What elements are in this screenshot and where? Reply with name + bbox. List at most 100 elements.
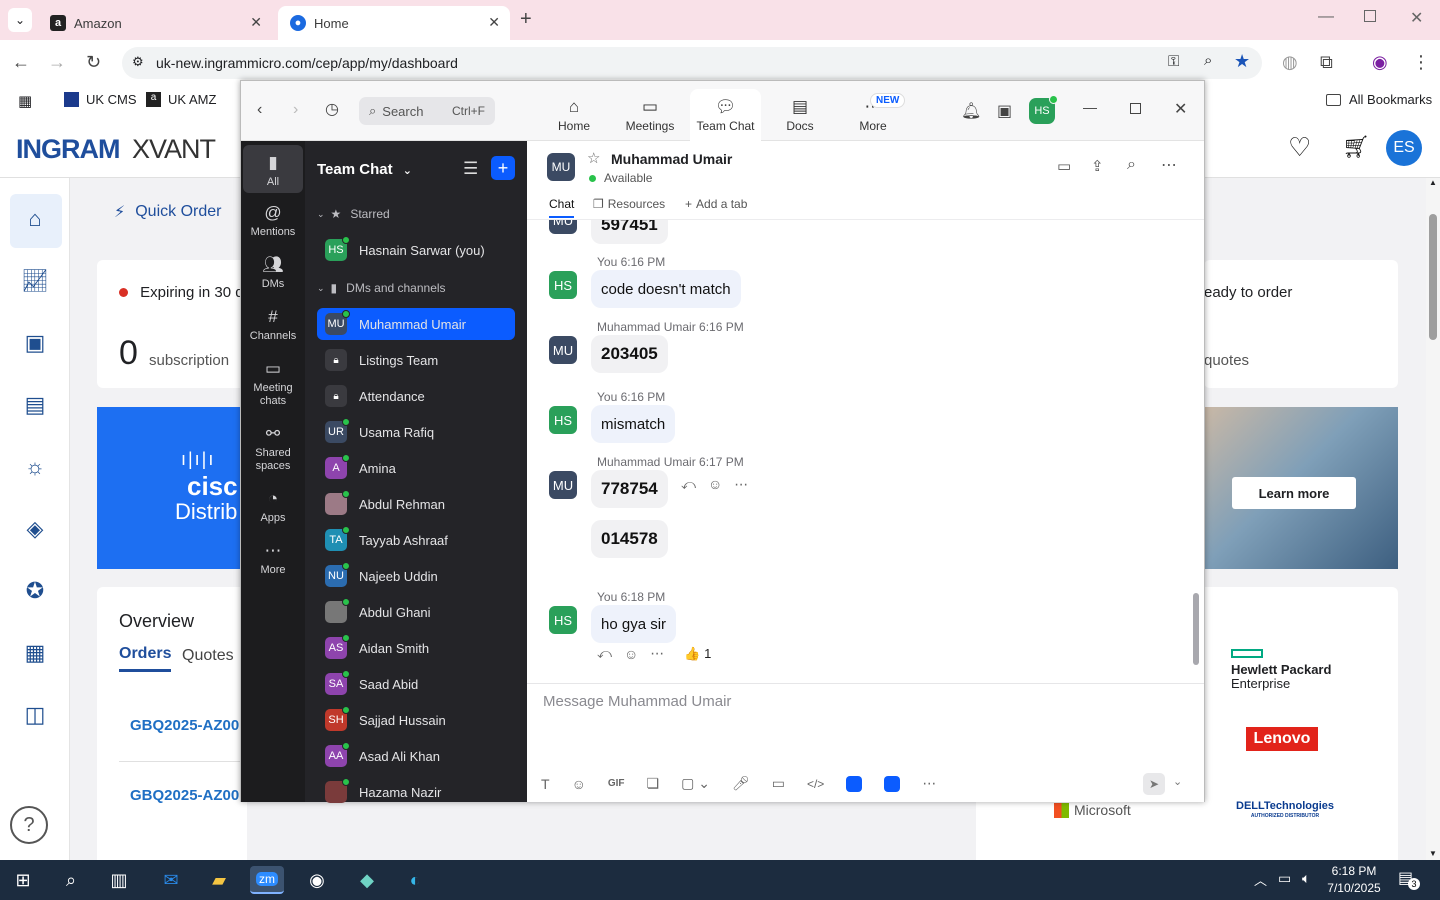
user-avatar[interactable]: ES xyxy=(1386,130,1422,166)
wishlist-heart-icon[interactable]: ♡ xyxy=(1288,132,1311,163)
format-text-icon[interactable]: T xyxy=(541,776,550,792)
rail-more[interactable]: ⋯ More xyxy=(243,541,303,576)
message-bubble[interactable]: 203405 xyxy=(591,335,668,373)
profile-icon[interactable]: ◉ xyxy=(1372,52,1388,73)
search-icon[interactable]: ⌕ xyxy=(54,866,88,894)
ingram-logo[interactable]: INGRAM XVANT xyxy=(16,134,216,165)
list-item-dm[interactable]: NU Najeeb Uddin xyxy=(317,560,515,592)
new-tab-icon[interactable]: + xyxy=(520,8,532,31)
send-button[interactable]: ➤ xyxy=(1143,773,1165,795)
starred-header[interactable]: ⌄ ★ Starred xyxy=(317,207,390,221)
minimize-icon[interactable]: — xyxy=(1083,99,1097,115)
microsoft-logo[interactable]: Microsoft xyxy=(1054,802,1131,818)
rail-dms[interactable]: 👥︎ DMs xyxy=(243,255,303,290)
history-icon[interactable]: ◷ xyxy=(325,99,339,119)
volume-icon[interactable]: 🔈︎ xyxy=(1302,870,1310,887)
list-item-dm[interactable]: Hazama Nazir xyxy=(317,776,515,808)
video-call-icon[interactable]: ▭ xyxy=(1057,157,1071,175)
rail-mentions[interactable]: @ Mentions xyxy=(243,203,303,238)
tab-orders[interactable]: Orders xyxy=(119,645,172,672)
order-link[interactable]: GBQ2025-AZ00 xyxy=(130,787,239,804)
emoji-react-icon[interactable]: ☺ xyxy=(708,476,722,493)
translate-icon[interactable]: ◍ xyxy=(1282,52,1298,73)
menu-kebab-icon[interactable]: ⋮ xyxy=(1412,52,1430,73)
reload-icon[interactable]: ↻ xyxy=(86,52,101,73)
rail-all[interactable]: ▮ All xyxy=(243,145,303,193)
search-icon[interactable]: ⌕ xyxy=(1127,156,1136,174)
send-options-chevron-icon[interactable]: ⌄ xyxy=(1173,775,1182,788)
close-icon[interactable]: ✕ xyxy=(250,14,262,31)
list-item-dm[interactable]: Abdul Rehman xyxy=(317,488,515,520)
nav-docs[interactable]: ▤ Docs xyxy=(765,89,835,141)
layers-icon[interactable]: ◈ xyxy=(20,516,50,546)
address-bar[interactable]: ⚙ uk-new.ingrammicro.com/cep/app/my/dash… xyxy=(122,47,1262,79)
back-icon[interactable]: ← xyxy=(12,52,30,73)
sender-avatar[interactable]: HS xyxy=(549,606,577,634)
chat-scrollbar-thumb[interactable] xyxy=(1193,593,1199,665)
close-window-icon[interactable]: ✕ xyxy=(1410,8,1423,28)
tab-add[interactable]: + Add a tab xyxy=(685,197,747,211)
app-icon[interactable] xyxy=(846,775,863,792)
dms-header[interactable]: ⌄ ▮ DMs and channels xyxy=(317,281,446,295)
file-icon[interactable]: ❏ xyxy=(647,775,660,792)
screenshot-icon[interactable]: ▢ ⌄ xyxy=(681,775,710,792)
help-icon[interactable]: ? xyxy=(10,806,48,844)
contact-name[interactable]: Muhammad Umair xyxy=(611,151,732,167)
app-icon[interactable]: ◆ xyxy=(350,866,384,894)
forward-icon[interactable]: › xyxy=(293,101,298,119)
message-bubble[interactable]: ho gya sir xyxy=(591,605,677,643)
more-icon[interactable]: ⋯ xyxy=(922,775,936,792)
tab-home[interactable]: ● Home ✕ xyxy=(278,6,510,40)
reaction-chip[interactable]: 👍 1 xyxy=(684,646,711,662)
windows-start-icon[interactable]: ⊞ xyxy=(6,866,40,894)
list-item-dm[interactable]: Abdul Ghani xyxy=(317,596,515,628)
emoji-icon[interactable]: ☺ xyxy=(572,776,586,792)
tray-chevron-icon[interactable]: ︿ xyxy=(1254,870,1267,889)
list-item-starred[interactable]: HS Hasnain Sarwar (you) xyxy=(317,234,515,266)
list-item-dm[interactable]: 🔒︎ Listings Team xyxy=(317,344,515,376)
expiring-card[interactable]: Expiring in 30 d 0 subscription xyxy=(97,260,247,388)
nav-meetings[interactable]: ▭ Meetings xyxy=(615,89,685,141)
minimize-icon[interactable]: — xyxy=(1318,8,1334,26)
scroll-thumb[interactable] xyxy=(1429,214,1437,340)
calendar-icon[interactable]: ▦ xyxy=(20,640,50,670)
message-bubble[interactable]: 778754 xyxy=(591,470,668,508)
more-icon[interactable]: ⋯ xyxy=(734,476,748,493)
cart-icon[interactable]: 🛒︎ xyxy=(1342,134,1370,160)
list-item-dm[interactable]: SA Saad Abid xyxy=(317,668,515,700)
bookmark-uk-amz[interactable]: a UK AMZ xyxy=(146,92,216,107)
tab-resources[interactable]: ❐ Resources xyxy=(593,197,665,211)
apps-grid-icon[interactable]: ▦ xyxy=(18,92,32,110)
support-icon[interactable]: ✪ xyxy=(20,578,50,608)
reply-icon[interactable]: ⤺ xyxy=(681,476,696,493)
zoom-taskbar-icon[interactable]: zm xyxy=(250,866,284,894)
promo-banner-cisco[interactable]: ı|ı|ı cisc Distrib xyxy=(97,407,247,569)
message-bubble[interactable]: 014578 xyxy=(591,520,668,558)
list-item-dm[interactable]: TA Tayyab Ashraaf xyxy=(317,524,515,556)
calendar-icon[interactable]: ▣ xyxy=(997,101,1012,121)
outlook-icon[interactable]: ✉ xyxy=(154,866,188,894)
dell-logo[interactable]: DELLTechnologies AUTHORIZED DISTRIBUTOR xyxy=(1236,801,1334,821)
list-item-dm[interactable]: UR Usama Rafiq xyxy=(317,416,515,448)
tab-search-button[interactable]: ⌄ xyxy=(8,8,32,32)
rail-apps[interactable]: ◔ Apps xyxy=(243,489,303,524)
close-icon[interactable]: ✕ xyxy=(488,14,500,31)
sender-avatar[interactable]: MU xyxy=(549,471,577,499)
app-icon[interactable] xyxy=(884,775,901,792)
code-icon[interactable]: </> xyxy=(807,777,824,791)
restore-icon[interactable] xyxy=(1364,10,1376,22)
star-outline-icon[interactable]: ☆ xyxy=(587,149,600,167)
lightbulb-icon[interactable]: ☼ xyxy=(20,454,50,484)
list-item-dm[interactable]: SH Sajjad Hussain xyxy=(317,704,515,736)
sender-avatar[interactable]: HS xyxy=(549,406,577,434)
quick-order-link[interactable]: ⚡︎ Quick Order xyxy=(114,202,221,222)
message-bubble[interactable]: 597451 xyxy=(591,220,668,244)
learn-more-button[interactable]: Learn more xyxy=(1232,477,1356,509)
hpe-logo[interactable]: Hewlett Packard Enterprise xyxy=(1231,649,1331,691)
message-input[interactable]: Message Muhammad Umair xyxy=(543,693,1183,753)
notifications-icon[interactable]: ▤ 3 xyxy=(1398,868,1420,890)
all-bookmarks[interactable]: All Bookmarks xyxy=(1326,92,1432,107)
filter-icon[interactable]: ☰ xyxy=(463,159,478,179)
bell-icon[interactable]: 🔔︎ xyxy=(961,101,981,121)
edge-icon[interactable]: ◐ xyxy=(398,866,432,894)
